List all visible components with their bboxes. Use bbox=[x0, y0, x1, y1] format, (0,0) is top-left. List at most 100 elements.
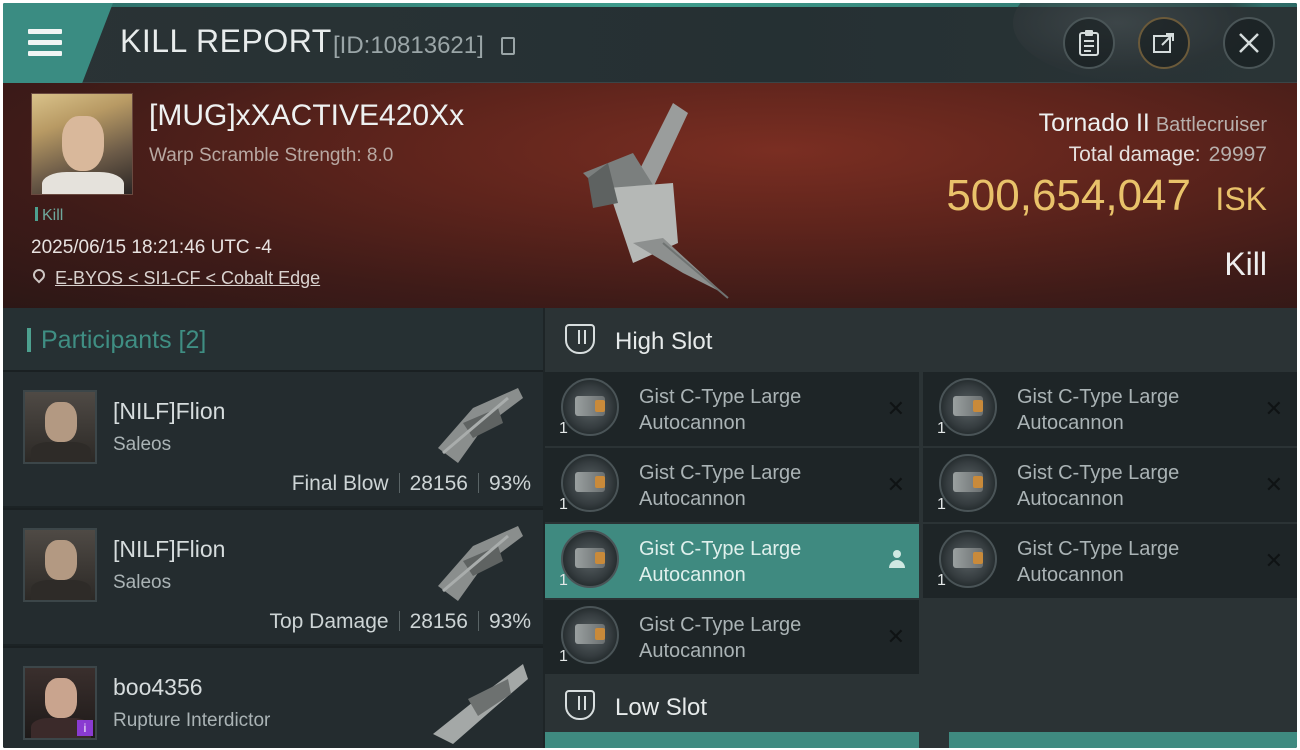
participant-damage: 28156 bbox=[409, 472, 468, 495]
isk-value: 500,654,047 bbox=[946, 171, 1191, 220]
low-slot-module-partial[interactable] bbox=[949, 732, 1297, 748]
high-slot-title: High Slot bbox=[615, 328, 713, 355]
low-slot-header: Low Slot bbox=[545, 674, 1297, 734]
participants-header: Participants [2] bbox=[3, 308, 543, 370]
participant-ship-image bbox=[438, 388, 523, 463]
high-slot-header: High Slot bbox=[545, 308, 1297, 368]
share-icon bbox=[1153, 33, 1174, 53]
share-button[interactable] bbox=[1138, 17, 1190, 69]
module-name-line1: Gist C-Type Large bbox=[639, 462, 802, 484]
module-quantity: 1 bbox=[559, 572, 568, 589]
high-slot-icon bbox=[565, 324, 595, 354]
close-icon bbox=[1239, 33, 1259, 53]
participant-percent: 93% bbox=[488, 472, 531, 495]
autocannon-icon bbox=[939, 378, 997, 436]
destroyed-icon: ✕ bbox=[886, 396, 905, 421]
report-id: [ID:10813621] bbox=[333, 32, 484, 59]
participant-row[interactable]: [NILF]Flion Saleos Final Blow 28156 93% bbox=[3, 370, 543, 506]
header-bar: KILL REPORT [ID:10813621] bbox=[3, 3, 1297, 83]
module-quantity: 1 bbox=[937, 496, 946, 513]
module-quantity: 1 bbox=[937, 420, 946, 437]
module-name-line2: Autocannon bbox=[1017, 564, 1124, 586]
participant-portrait[interactable] bbox=[23, 390, 97, 464]
participants-panel: Participants [2] [NILF]Flion Saleos Fina… bbox=[3, 308, 543, 748]
victim-portrait[interactable] bbox=[31, 93, 133, 195]
ship-name-text: Tornado II bbox=[1038, 109, 1150, 137]
module-name: Gist C-Type Large Autocannon bbox=[1017, 384, 1217, 436]
participant-ship: Saleos bbox=[113, 572, 172, 593]
module-name-line1: Gist C-Type Large bbox=[1017, 462, 1180, 484]
warp-scramble-strength: Warp Scramble Strength: 8.0 bbox=[149, 145, 394, 166]
module-item[interactable]: 1 Gist C-Type Large Autocannon ✕ bbox=[923, 448, 1297, 522]
participant-damage: 28156 bbox=[409, 610, 468, 633]
destroyed-icon: ✕ bbox=[1264, 472, 1283, 497]
participant-ship: Saleos bbox=[113, 434, 172, 455]
module-item[interactable]: 1 Gist C-Type Large Autocannon ✕ bbox=[923, 372, 1297, 446]
module-item[interactable]: 1 Gist C-Type Large Autocannon ✕ bbox=[923, 524, 1297, 598]
module-item[interactable]: 1 Gist C-Type Large Autocannon ✕ bbox=[545, 448, 919, 522]
module-name-line1: Gist C-Type Large bbox=[1017, 538, 1180, 560]
close-button[interactable] bbox=[1223, 17, 1275, 69]
module-quantity: 1 bbox=[559, 420, 568, 437]
copy-icon[interactable] bbox=[501, 37, 515, 55]
module-name: Gist C-Type Large Autocannon bbox=[639, 536, 839, 588]
fitting-panel: High Slot 1 Gist C-Type Large Autocannon … bbox=[545, 308, 1297, 748]
module-name-line2: Autocannon bbox=[639, 564, 746, 586]
menu-button[interactable] bbox=[3, 3, 113, 83]
isk-unit: ISK bbox=[1215, 181, 1267, 217]
participant-portrait[interactable]: i bbox=[23, 666, 97, 740]
participant-role: Top Damage bbox=[269, 610, 389, 633]
participant-name: boo4356 bbox=[113, 674, 203, 700]
info-badge: i bbox=[77, 720, 93, 736]
kill-tag: Kill bbox=[35, 207, 63, 225]
total-damage-label: Total damage: bbox=[1068, 143, 1201, 166]
module-name: Gist C-Type Large Autocannon bbox=[639, 612, 839, 664]
ship-class: Battlecruiser bbox=[1155, 114, 1267, 136]
module-name-line2: Autocannon bbox=[1017, 412, 1124, 434]
location-link[interactable]: E-BYOS < SI1-CF < Cobalt Edge bbox=[55, 268, 320, 289]
participant-row[interactable]: [NILF]Flion Saleos Top Damage 28156 93% bbox=[3, 508, 543, 644]
module-name: Gist C-Type Large Autocannon bbox=[639, 460, 839, 512]
low-slot-module-partial[interactable] bbox=[545, 732, 919, 748]
low-slot-title: Low Slot bbox=[615, 694, 708, 721]
participant-name: [NILF]Flion bbox=[113, 398, 226, 424]
module-item[interactable]: 1 Gist C-Type Large Autocannon ✕ bbox=[545, 372, 919, 446]
module-item-dropped[interactable]: 1 Gist C-Type Large Autocannon bbox=[545, 524, 919, 598]
low-slot-icon bbox=[565, 690, 595, 720]
module-name-line1: Gist C-Type Large bbox=[639, 614, 802, 636]
destroyed-icon: ✕ bbox=[886, 472, 905, 497]
autocannon-icon bbox=[561, 454, 619, 512]
autocannon-icon bbox=[561, 530, 619, 588]
destroyed-icon: ✕ bbox=[1264, 396, 1283, 421]
module-name: Gist C-Type Large Autocannon bbox=[639, 384, 839, 436]
participants-title: Participants [2] bbox=[41, 326, 207, 354]
module-name-line2: Autocannon bbox=[639, 412, 746, 434]
participant-name: [NILF]Flion bbox=[113, 536, 226, 562]
module-item[interactable]: 1 Gist C-Type Large Autocannon ✕ bbox=[545, 600, 919, 674]
participant-ship-image bbox=[438, 526, 523, 601]
module-quantity: 1 bbox=[937, 572, 946, 589]
victim-ship-image[interactable] bbox=[563, 93, 743, 303]
page-title: KILL REPORT bbox=[120, 23, 332, 59]
clipboard-button[interactable] bbox=[1063, 17, 1115, 69]
victim-banner: [MUG]xXACTIVE420Xx Warp Scramble Strengt… bbox=[3, 83, 1297, 308]
module-name: Gist C-Type Large Autocannon bbox=[1017, 536, 1217, 588]
destroyed-icon: ✕ bbox=[886, 624, 905, 649]
module-name-line1: Gist C-Type Large bbox=[639, 538, 802, 560]
victim-name[interactable]: [MUG]xXACTIVE420Xx bbox=[149, 99, 464, 133]
participant-role: Final Blow bbox=[291, 472, 389, 495]
module-name-line2: Autocannon bbox=[639, 640, 746, 662]
participant-ship-image bbox=[433, 664, 528, 744]
participant-percent: 93% bbox=[488, 610, 531, 633]
participant-portrait[interactable] bbox=[23, 528, 97, 602]
module-name-line1: Gist C-Type Large bbox=[1017, 386, 1180, 408]
participant-row[interactable]: i boo4356 Rupture Interdictor bbox=[3, 646, 543, 748]
autocannon-icon bbox=[939, 530, 997, 588]
module-quantity: 1 bbox=[559, 496, 568, 513]
kill-report-window: KILL REPORT [ID:10813621] [MUG]xXACTIVE4… bbox=[3, 3, 1297, 748]
person-icon bbox=[889, 550, 905, 568]
participant-ship: Rupture Interdictor bbox=[113, 710, 271, 731]
participant-stats: Final Blow 28156 93% bbox=[292, 472, 531, 496]
participant-stats: Top Damage 28156 93% bbox=[269, 610, 531, 634]
autocannon-icon bbox=[561, 378, 619, 436]
